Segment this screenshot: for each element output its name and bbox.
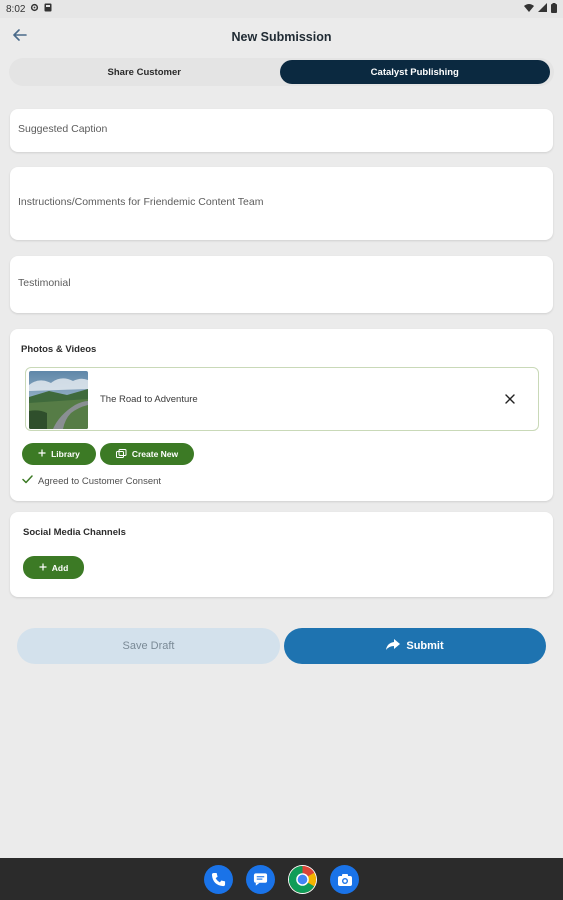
- testimonial-field[interactable]: Testimonial: [10, 256, 553, 313]
- chrome-icon[interactable]: [288, 864, 317, 894]
- create-new-label: Create New: [131, 449, 179, 459]
- submission-type-tabs: Share Customer Catalyst Publishing: [9, 58, 554, 86]
- save-draft-button[interactable]: Save Draft: [17, 628, 280, 664]
- status-time: 8:02: [6, 3, 26, 15]
- customer-consent: Agreed to Customer Consent: [22, 475, 161, 487]
- phone-icon[interactable]: [204, 864, 233, 894]
- status-bar: 8:02: [0, 0, 563, 18]
- consent-text: Agreed to Customer Consent: [38, 475, 162, 487]
- camera-icon[interactable]: [330, 864, 359, 894]
- media-title: The Road to Adventure: [100, 394, 198, 405]
- create-new-button[interactable]: Create New: [100, 443, 194, 465]
- system-dock: [0, 858, 563, 900]
- settings-icon: [30, 3, 39, 15]
- plus-icon: [38, 449, 46, 459]
- messages-icon[interactable]: [246, 864, 275, 894]
- media-icon: [115, 448, 127, 460]
- battery-icon: [551, 2, 557, 16]
- tab-catalyst-publishing[interactable]: Catalyst Publishing: [279, 60, 550, 84]
- testimonial-placeholder: Testimonial: [18, 277, 71, 289]
- app-bar: New Submission: [0, 18, 563, 56]
- section-title-photos-videos: Photos & Videos: [21, 344, 97, 355]
- wifi-icon: [524, 3, 534, 15]
- library-label: Library: [51, 449, 80, 459]
- share-arrow-icon: [386, 639, 401, 653]
- save-draft-label: Save Draft: [122, 640, 175, 652]
- add-label: Add: [51, 562, 69, 573]
- media-item[interactable]: The Road to Adventure: [25, 367, 539, 431]
- instructions-placeholder: Instructions/Comments for Friendemic Con…: [18, 196, 264, 208]
- close-icon: [505, 391, 515, 409]
- signal-icon: [538, 3, 547, 15]
- social-media-section: Social Media Channels Add: [10, 512, 553, 597]
- caption-placeholder: Suggested Caption: [18, 123, 108, 135]
- instructions-field[interactable]: Instructions/Comments for Friendemic Con…: [10, 167, 553, 240]
- media-thumbnail: [29, 371, 88, 429]
- tab-share-customer[interactable]: Share Customer: [9, 60, 280, 84]
- caption-field[interactable]: Suggested Caption: [10, 109, 553, 152]
- section-title-social-media: Social Media Channels: [23, 527, 126, 538]
- page-title: New Submission: [231, 30, 332, 44]
- notification-icon: [44, 3, 52, 15]
- arrow-left-icon: [13, 28, 27, 46]
- remove-media-button[interactable]: [502, 392, 518, 408]
- photos-videos-section: Photos & Videos The Road to Adventure Li…: [10, 329, 553, 501]
- submit-label: Submit: [406, 640, 444, 652]
- add-channel-button[interactable]: Add: [23, 556, 84, 579]
- submit-button[interactable]: Submit: [284, 628, 546, 664]
- library-button[interactable]: Library: [22, 443, 96, 465]
- back-button[interactable]: [10, 27, 30, 47]
- plus-icon: [39, 563, 47, 573]
- check-icon: [22, 475, 33, 487]
